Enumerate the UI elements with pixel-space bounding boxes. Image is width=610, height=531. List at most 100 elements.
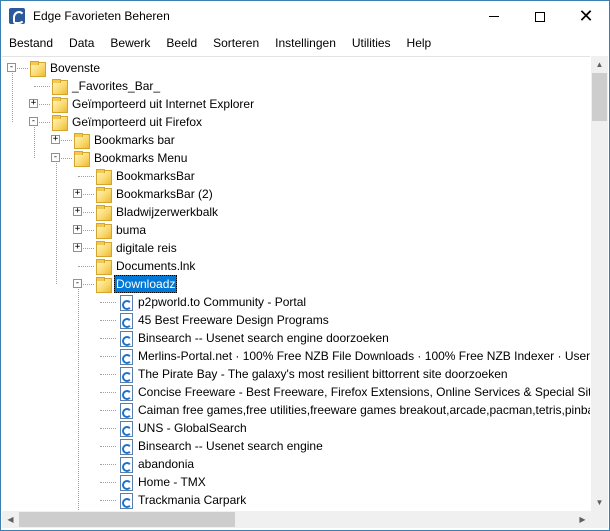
tree-item-label: Bovenste [50, 61, 101, 75]
tree-item-label: Bladwijzerwerkbalk [116, 205, 219, 219]
menu-instellingen[interactable]: Instellingen [267, 32, 344, 54]
tree-guide-line [56, 163, 57, 284]
tree-link-item[interactable]: Binsearch -- Usenet search engine doorzo… [117, 329, 391, 347]
tree-link-item[interactable]: Merlins-Portal.net · 100% Free NZB File … [117, 347, 590, 365]
scroll-left-icon[interactable]: ◀ [2, 511, 19, 528]
tree-link-item[interactable]: 45 Best Freeware Design Programs [117, 311, 331, 329]
tree-link-item[interactable]: The Pirate Bay - The galaxy's most resil… [117, 365, 510, 383]
app-window: Edge Favorieten Beheren ✕ Bestand Data B… [0, 0, 610, 531]
tree-connector [100, 374, 116, 375]
tree-item-label: digitale reis [116, 241, 177, 255]
bookmark-page-icon [117, 348, 133, 365]
tree-item-label: BookmarksBar [116, 169, 195, 183]
expand-icon[interactable]: + [73, 189, 82, 198]
bookmark-page-icon [117, 474, 133, 491]
tree-folder-item[interactable]: Documents.lnk [95, 257, 197, 275]
folder-icon [95, 276, 112, 293]
scroll-right-icon[interactable]: ▶ [574, 511, 591, 528]
scrollbar-corner [591, 511, 608, 528]
menu-bestand[interactable]: Bestand [1, 32, 61, 54]
tree-folder-item[interactable]: buma [95, 221, 148, 239]
tree-item-label: Concise Freeware - Best Freeware, Firefo… [138, 385, 590, 399]
tree-link-item[interactable]: Caiman free games,free utilities,freewar… [117, 401, 590, 419]
expand-icon[interactable]: + [73, 225, 82, 234]
minimize-icon [489, 16, 499, 17]
tree-folder-item[interactable]: Downloadz [95, 275, 178, 293]
tree-connector [100, 302, 116, 303]
tree-connector [100, 428, 116, 429]
tree-link-item[interactable]: UNS - GlobalSearch [117, 419, 249, 437]
tree-folder-item[interactable]: _Favorites_Bar_ [51, 77, 162, 95]
vertical-scrollbar[interactable]: ▲ ▼ [591, 56, 608, 511]
menu-bewerk[interactable]: Bewerk [102, 32, 158, 54]
tree-folder-item[interactable]: BookmarksBar [95, 167, 197, 185]
menu-utilities[interactable]: Utilities [344, 32, 399, 54]
scroll-up-icon[interactable]: ▲ [591, 56, 608, 73]
tree-item-label: Documents.lnk [116, 259, 196, 273]
tree-item-label: The Pirate Bay - The galaxy's most resil… [138, 367, 508, 381]
tree-link-item[interactable]: Binsearch -- Usenet search engine [117, 437, 325, 455]
expand-icon[interactable]: + [51, 135, 60, 144]
collapse-icon[interactable]: - [51, 153, 60, 162]
folder-icon [51, 78, 68, 95]
folder-icon [73, 132, 90, 149]
tree-item-label: Geïmporteerd uit Firefox [72, 115, 203, 129]
tree-item-label: Geïmporteerd uit Internet Explorer [72, 97, 255, 111]
vertical-scroll-thumb[interactable] [592, 73, 607, 121]
minimize-button[interactable] [471, 1, 517, 32]
tree-folder-item[interactable]: BookmarksBar (2) [95, 185, 215, 203]
menu-beeld[interactable]: Beeld [158, 32, 205, 54]
tree-item-label: Downloadz [114, 275, 178, 293]
folder-icon [95, 204, 112, 221]
tree-folder-item[interactable]: Bookmarks Menu [73, 149, 189, 167]
tree-folder-item[interactable]: Geïmporteerd uit Firefox [51, 113, 204, 131]
favorites-tree[interactable]: - Bovenste _Favorites_Bar_ + Geïmporteerd ui… [2, 56, 590, 511]
tree-link-item[interactable]: Home - TMX [117, 473, 208, 491]
tree-item-label: Caiman free games,free utilities,freewar… [138, 403, 590, 417]
folder-icon [95, 168, 112, 185]
window-title: Edge Favorieten Beheren [33, 9, 170, 23]
horizontal-scrollbar[interactable]: ◀ ▶ [2, 511, 591, 528]
tree-folder-item[interactable]: Bookmarks bar [73, 131, 177, 149]
close-icon: ✕ [578, 5, 594, 27]
tree-folder-item[interactable]: Bladwijzerwerkbalk [95, 203, 220, 221]
folder-icon [95, 222, 112, 239]
folder-icon [95, 186, 112, 203]
tree-folder-item[interactable]: Geïmporteerd uit Internet Explorer [51, 95, 256, 113]
menu-bar: Bestand Data Bewerk Beeld Sorteren Inste… [1, 32, 609, 54]
bookmark-page-icon [117, 294, 133, 311]
tree-folder-item[interactable]: Bovenste [29, 59, 102, 77]
tree-connector [100, 482, 116, 483]
horizontal-scroll-thumb[interactable] [19, 512, 235, 527]
bookmark-page-icon [117, 366, 133, 383]
tree-folder-item[interactable]: digitale reis [95, 239, 179, 257]
folder-icon [51, 96, 68, 113]
scroll-down-icon[interactable]: ▼ [591, 494, 608, 511]
folder-icon [95, 258, 112, 275]
expand-icon[interactable]: + [73, 207, 82, 216]
close-button[interactable]: ✕ [563, 1, 609, 32]
tree-item-label: Trackmania Carpark [138, 493, 247, 507]
tree-connector [100, 464, 116, 465]
edge-app-icon [9, 8, 25, 24]
menu-data[interactable]: Data [61, 32, 102, 54]
menu-help[interactable]: Help [399, 32, 440, 54]
tree-connector [100, 338, 116, 339]
tree-link-item[interactable]: Trackmania Carpark [117, 491, 248, 509]
collapse-icon[interactable]: - [29, 117, 38, 126]
folder-icon [29, 60, 46, 77]
maximize-button[interactable] [517, 1, 563, 32]
expand-icon[interactable]: + [29, 99, 38, 108]
menu-sorteren[interactable]: Sorteren [205, 32, 267, 54]
tree-link-item[interactable]: abandonia [117, 455, 196, 473]
collapse-icon[interactable]: - [73, 279, 82, 288]
tree-link-item[interactable]: p2pworld.to Community - Portal [117, 293, 308, 311]
tree-link-item[interactable]: Concise Freeware - Best Freeware, Firefo… [117, 383, 590, 401]
tree-guide-line [78, 289, 79, 511]
expand-icon[interactable]: + [73, 243, 82, 252]
collapse-icon[interactable]: - [7, 63, 16, 72]
tree-connector [100, 446, 116, 447]
tree-item-label: Binsearch -- Usenet search engine [138, 439, 323, 453]
tree-item-label: Bookmarks Menu [94, 151, 188, 165]
bookmark-page-icon [117, 312, 133, 329]
